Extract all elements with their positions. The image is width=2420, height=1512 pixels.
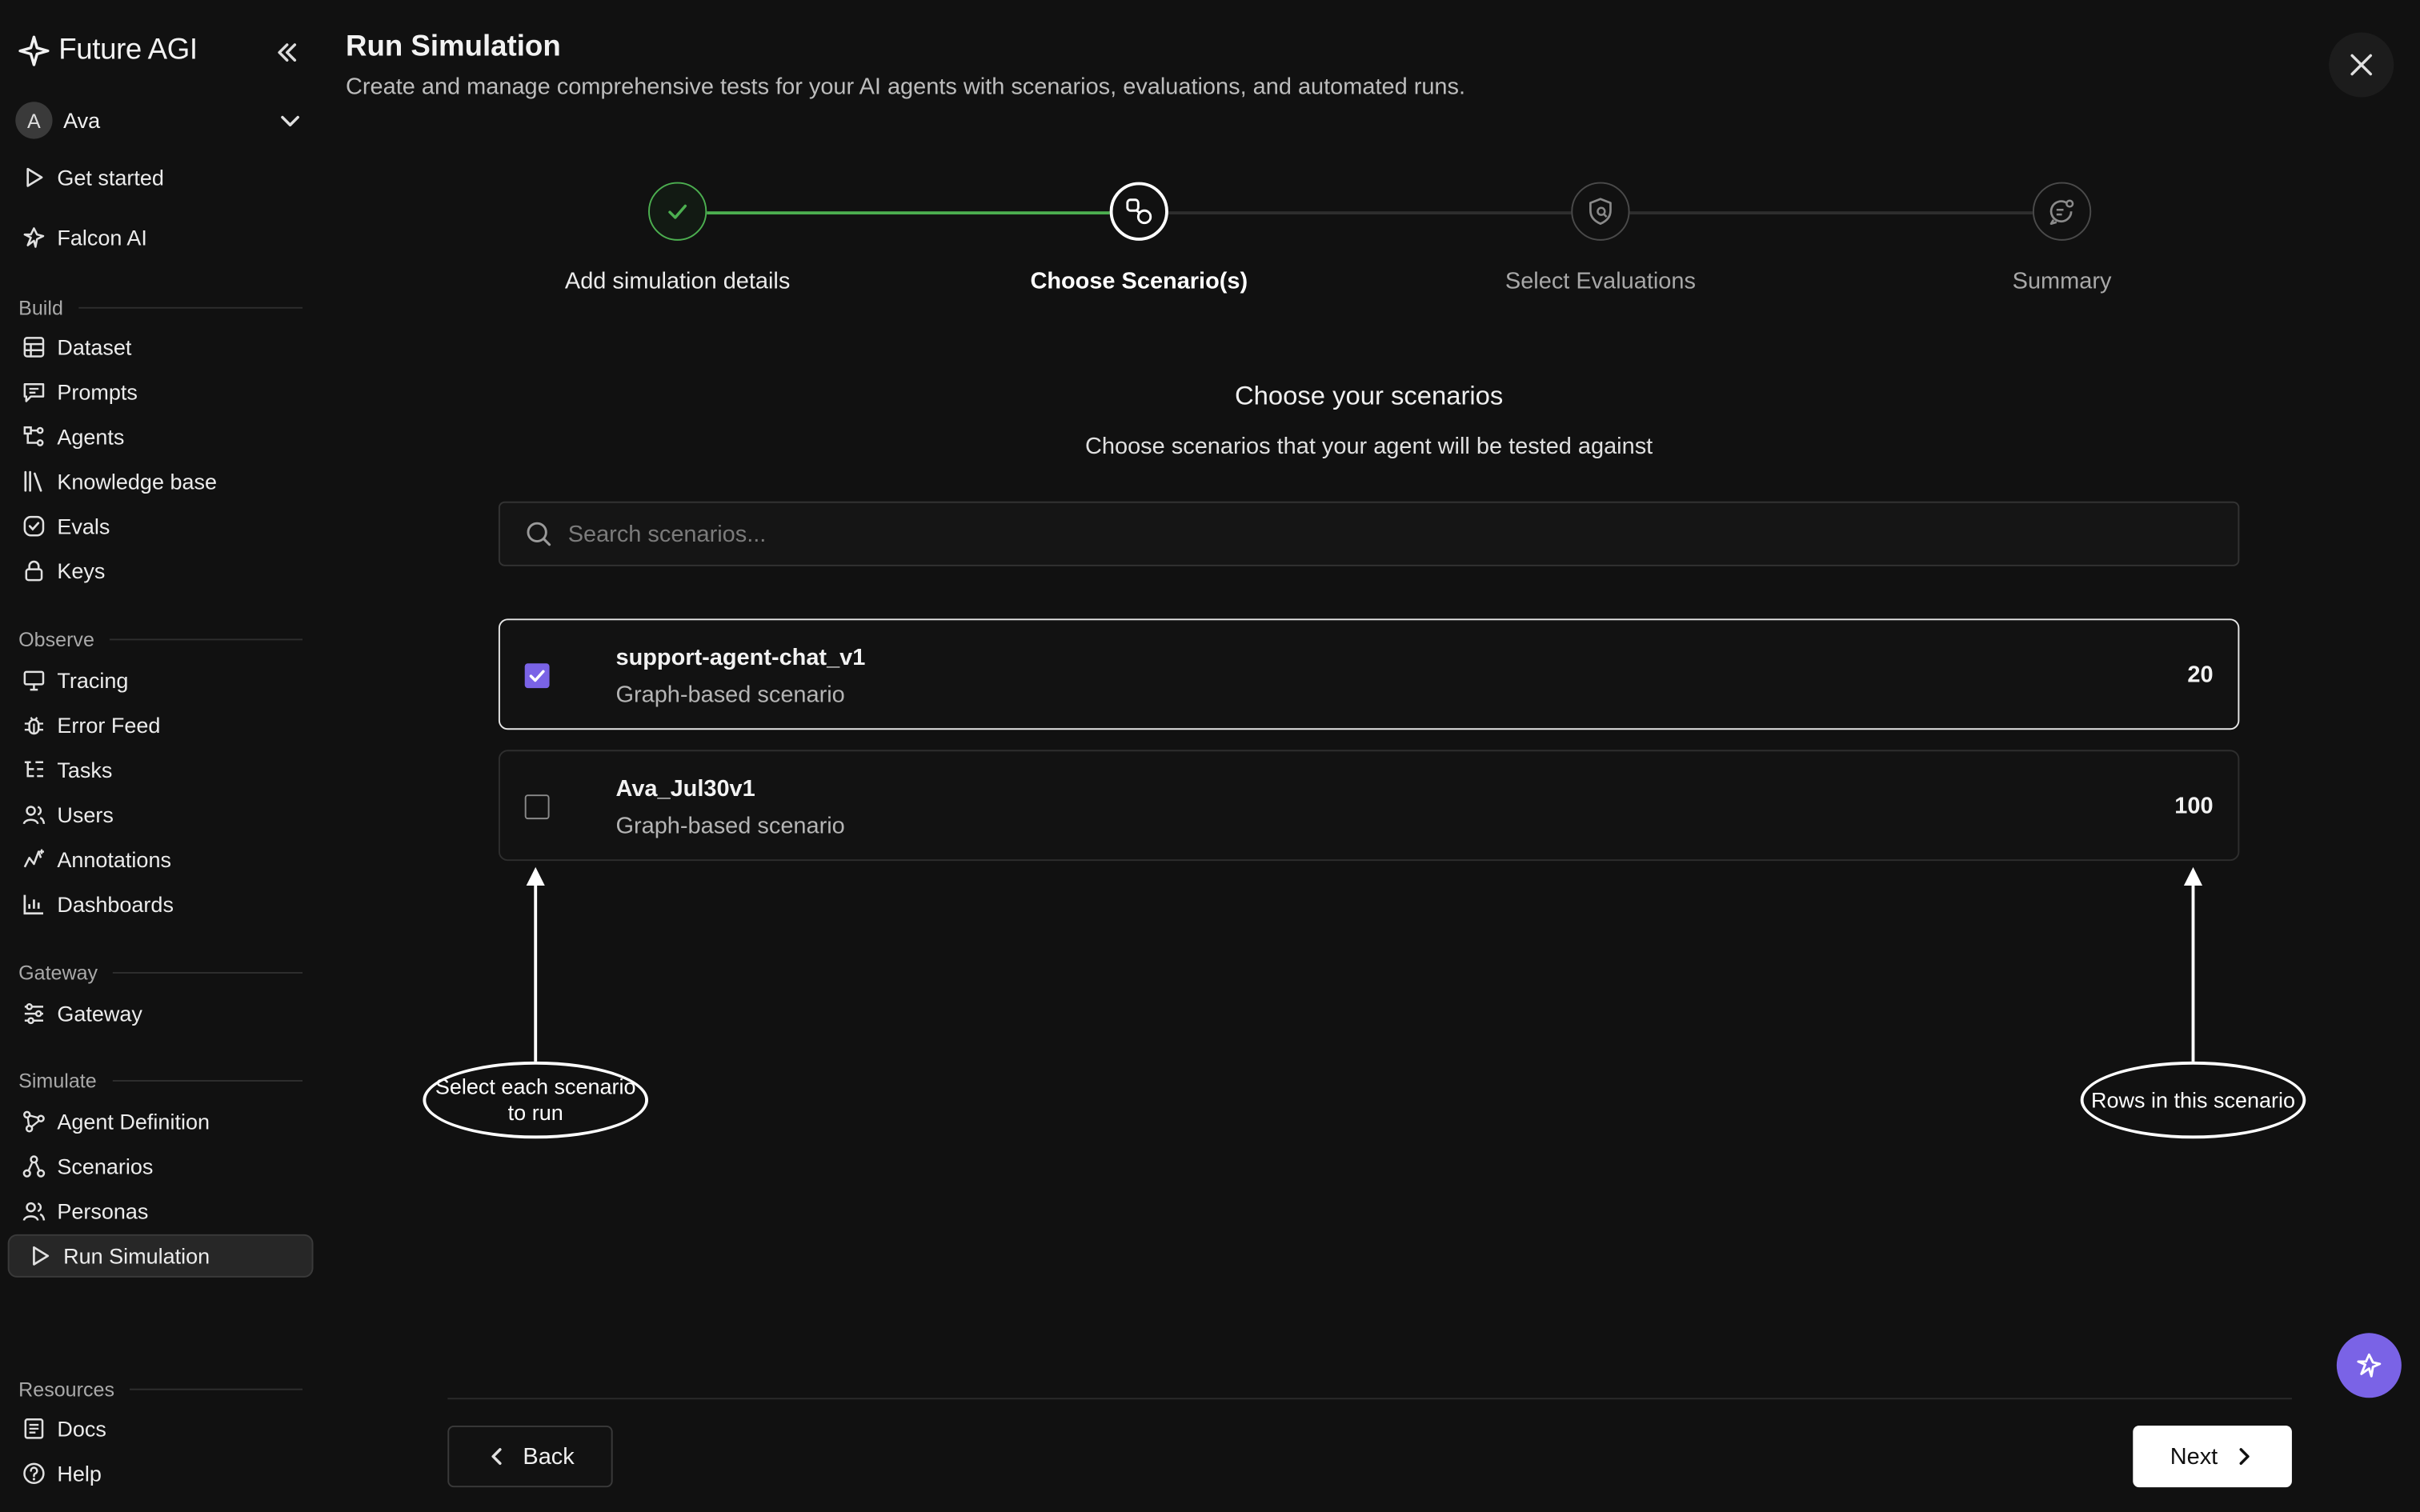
annotation-select: Select each scenario to run xyxy=(423,1061,648,1139)
annotation-rows: Rows in this scenario xyxy=(2080,1061,2306,1139)
chevron-right-icon xyxy=(2233,1446,2254,1467)
chevron-left-icon xyxy=(486,1446,507,1467)
next-button[interactable]: Next xyxy=(2133,1425,2292,1488)
footer-divider xyxy=(447,1398,2292,1400)
back-label: Back xyxy=(523,1443,575,1470)
back-button[interactable]: Back xyxy=(447,1425,613,1488)
falcon-assistant-button[interactable] xyxy=(2336,1333,2402,1398)
falcon-icon xyxy=(2354,1350,2385,1381)
annotation-arrows xyxy=(526,866,2203,1062)
next-label: Next xyxy=(2170,1443,2218,1470)
